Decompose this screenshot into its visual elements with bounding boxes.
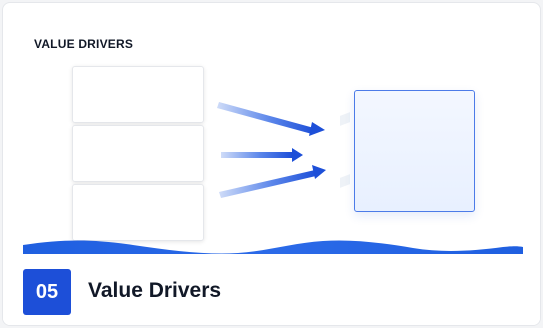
arrows-layer [23, 102, 523, 254]
card[interactable]: VALUE DRIVERS 05 Value Drivers [2, 2, 541, 326]
card-footer: 05 Value Drivers [3, 259, 540, 325]
arrow-3 [219, 165, 326, 198]
step-number-badge: 05 [23, 269, 71, 315]
card-title: Value Drivers [88, 279, 222, 302]
arrow-2 [221, 148, 303, 162]
value-drivers-diagram [3, 3, 540, 259]
arrow-1 [217, 102, 325, 136]
wave-divider [23, 240, 523, 254]
